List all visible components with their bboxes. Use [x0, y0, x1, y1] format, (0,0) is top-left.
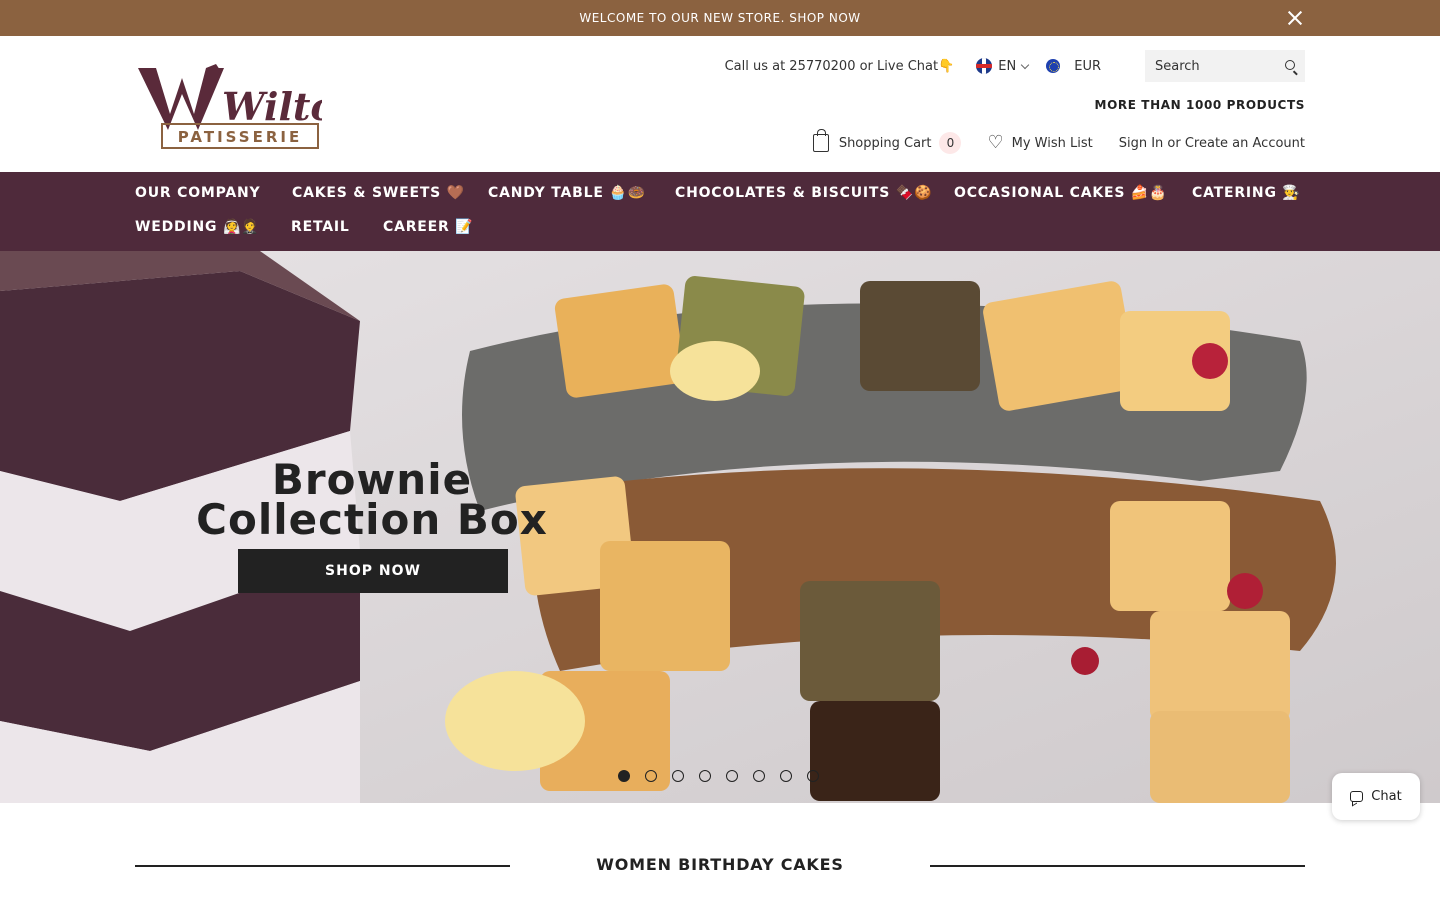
shopping-bag-icon[interactable]: [812, 129, 829, 152]
nav-item-wedding[interactable]: WEDDING 👰🤵: [135, 219, 259, 235]
nav-item-retail[interactable]: RETAIL: [291, 219, 350, 235]
main-navigation: OUR COMPANY CAKES & SWEETS 🤎 CANDY TABLE…: [0, 172, 1440, 251]
product-count-tagline: MORE THAN 1000 PRODUCTS: [1094, 98, 1305, 112]
nav-item-our-company[interactable]: OUR COMPANY: [135, 185, 261, 201]
slider-dot[interactable]: [726, 770, 738, 782]
slider-dot[interactable]: [618, 770, 630, 782]
site-header: Wilton PATISSERIE Call us at 25770200 or…: [0, 36, 1440, 172]
svg-text:PATISSERIE: PATISSERIE: [178, 128, 302, 146]
slider-dot[interactable]: [699, 770, 711, 782]
cart-link[interactable]: Shopping Cart: [839, 136, 932, 151]
slider-pagination: [618, 770, 819, 782]
wilton-logo[interactable]: Wilton PATISSERIE: [136, 64, 322, 152]
section-divider: [930, 865, 1305, 867]
search-box: [1145, 50, 1305, 82]
announcement-text[interactable]: WELCOME TO OUR NEW STORE. SHOP NOW: [579, 11, 860, 25]
eu-flag-icon: [1046, 59, 1061, 73]
wishlist-link[interactable]: My Wish List: [1012, 136, 1093, 151]
close-icon[interactable]: [1286, 9, 1304, 27]
hero-shop-now-button[interactable]: SHOP NOW: [238, 549, 508, 593]
sign-in-link[interactable]: Sign In or Create an Account: [1119, 136, 1305, 151]
slider-dot[interactable]: [807, 770, 819, 782]
slider-dot[interactable]: [780, 770, 792, 782]
search-icon[interactable]: [1285, 60, 1295, 70]
slider-dot[interactable]: [672, 770, 684, 782]
hero-title: Brownie Collection Box: [196, 455, 548, 544]
nav-item-candy-table[interactable]: CANDY TABLE 🧁🍩: [488, 185, 646, 201]
svg-text:Wilton: Wilton: [222, 84, 322, 129]
currency-label: EUR: [1074, 58, 1101, 74]
nav-item-occasional-cakes[interactable]: OCCASIONAL CAKES 🍰🎂: [954, 185, 1167, 201]
top-utility-bar: Call us at 25770200 or Live Chat👇 EN EUR: [725, 50, 1305, 82]
nav-item-career[interactable]: CAREER 📝: [383, 219, 474, 235]
nav-item-cakes-sweets[interactable]: CAKES & SWEETS 🤎: [292, 185, 465, 201]
account-bar: Shopping Cart 0 ♡ My Wish List Sign In o…: [812, 129, 1305, 154]
chevron-down-icon: [1020, 60, 1030, 69]
uk-flag-icon: [976, 58, 993, 74]
slider-dot[interactable]: [753, 770, 765, 782]
hero-slider[interactable]: Brownie Collection Box SHOP NOW: [0, 251, 1440, 803]
chat-label: Chat: [1371, 789, 1402, 804]
language-switcher[interactable]: EN: [976, 58, 1030, 74]
call-text[interactable]: Call us at 25770200 or Live Chat👇: [725, 59, 955, 74]
chat-bubble-icon: [1350, 791, 1364, 802]
announcement-bar: WELCOME TO OUR NEW STORE. SHOP NOW: [0, 0, 1440, 36]
nav-item-chocolates-biscuits[interactable]: CHOCOLATES & BISCUITS 🍫🍪: [675, 185, 932, 201]
slider-dot[interactable]: [645, 770, 657, 782]
search-input[interactable]: [1155, 58, 1275, 74]
nav-item-catering[interactable]: CATERING 👨‍🍳: [1192, 185, 1301, 201]
chat-button[interactable]: Chat: [1332, 773, 1420, 820]
cart-count-badge: 0: [939, 132, 962, 154]
currency-switcher[interactable]: EUR: [1046, 59, 1101, 74]
heart-icon[interactable]: ♡: [987, 134, 1003, 152]
language-label: EN: [998, 58, 1017, 74]
section-header: WOMEN BIRTHDAY CAKES: [135, 855, 1305, 877]
